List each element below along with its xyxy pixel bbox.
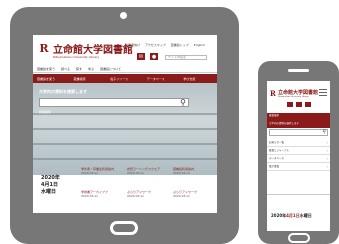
hero-banner: 大学内の資料を検索します ⚲ 詳細検索 — [33, 83, 217, 175]
date-weekday: 水曜日 — [299, 213, 312, 218]
site-title: 立命館大学図書館 — [53, 45, 133, 56]
news-item[interactable]: 学術書アーカイブプ 2020.03.xx — [81, 190, 123, 198]
list-item[interactable]: データベース — [267, 155, 330, 163]
tablet-screen: R 立命館大学図書館 Ritsumeikan University Librar… — [33, 35, 217, 213]
bookshelf-line — [33, 143, 217, 145]
tablet-device: R 立命館大学図書館 Ritsumeikan University Librar… — [10, 7, 239, 244]
divider — [267, 194, 330, 195]
news-date: 2020.03.xx — [173, 171, 190, 175]
top-links: 利用者向け アクセスマップ 図書館トップ English — [125, 43, 205, 47]
site-search-input[interactable]: サイト内検索 — [165, 55, 207, 60]
news-date: 2020.03.xx — [81, 194, 98, 198]
bookshelf-line — [33, 113, 217, 115]
site-subtitle: Ritsumeikan University Library — [278, 96, 309, 98]
tablet-home-button — [110, 221, 138, 235]
news-item[interactable]: ぶらりアドワーク 2020.03.xx — [173, 190, 215, 198]
bookshelf-line — [33, 128, 217, 130]
news-date: 2020.03.xx — [127, 171, 144, 175]
search-icon[interactable]: ⚲ — [180, 99, 186, 107]
top-link[interactable]: 図書館トップ — [171, 43, 189, 47]
hero-title: 大学内の資料を検索します — [39, 89, 87, 94]
news-item[interactable]: 衣笠ラーニングスクエア 2020.03.xx — [127, 167, 169, 175]
tab-item[interactable]: 学び支援 — [183, 77, 217, 81]
today-date: 2020年4月1日水曜日 — [271, 213, 312, 219]
phone-speaker — [288, 69, 309, 72]
logo-mark-icon: R — [39, 42, 49, 55]
today-date: 2020年 4月1日 水曜日 — [41, 175, 71, 196]
list-item[interactable]: お知らせ一覧 — [267, 139, 330, 147]
nav-item[interactable]: 調べる — [61, 67, 70, 71]
nav-item[interactable]: 探す — [76, 67, 82, 71]
news-date: 2020.03.xx — [81, 171, 98, 175]
tablet-camera — [120, 12, 127, 19]
top-link[interactable]: English — [194, 43, 205, 47]
phone-search-input[interactable]: ⚲ — [269, 129, 328, 136]
primary-nav: 図書館を使う 調べる 探す 学ぶ 図書館について — [33, 65, 217, 73]
nav-item[interactable]: 図書館について — [100, 67, 121, 71]
logo-mark-icon[interactable]: R — [270, 89, 276, 98]
bookshelf-line — [33, 158, 217, 160]
search-heading: 大学内の資料を検索します — [267, 118, 330, 128]
user-icon[interactable]: ● — [150, 53, 158, 60]
phone-icon-buttons — [287, 102, 311, 107]
mail-icon[interactable]: ✉ — [137, 53, 145, 60]
date-day: 4月1日 — [286, 213, 300, 218]
date-year: 2020年 — [271, 213, 287, 218]
date-weekday: 水曜日 — [41, 189, 57, 195]
tab-item[interactable]: 図書館を使う — [37, 77, 71, 81]
top-link[interactable]: 利用者向け — [125, 43, 140, 47]
advanced-search-link[interactable]: 詳細検索 — [39, 110, 51, 114]
search-icon[interactable]: ⚲ — [322, 129, 326, 135]
site-subtitle: Ritsumeikan University Library — [53, 55, 100, 59]
phone-home-button — [288, 233, 310, 243]
date-year: 2020年 — [41, 175, 60, 181]
mail-icon[interactable] — [287, 102, 293, 107]
tab-item[interactable]: データベース — [147, 77, 181, 81]
globe-icon[interactable] — [305, 102, 311, 107]
user-icon[interactable] — [296, 102, 302, 107]
tab-item[interactable]: 蔵書検索 — [74, 77, 108, 81]
news-date: 2020.03.xx — [127, 194, 144, 198]
site-logo[interactable]: R 立命館大学図書館 — [39, 41, 133, 56]
hamburger-menu-icon[interactable] — [319, 89, 327, 98]
news-item[interactable]: ぶらりアドワーク 2020.03.xx — [127, 190, 169, 198]
news-item[interactable]: 学外者・卒業生利用案内 2020.03.xx — [81, 167, 123, 175]
news-item[interactable]: 図書館利用案内 2020.03.xx — [173, 167, 215, 175]
hero-search-input[interactable]: ⚲ — [39, 98, 189, 107]
site-title: 立命館大学図書館 — [278, 90, 319, 96]
top-link[interactable]: アクセスマップ — [145, 43, 166, 47]
secondary-nav: 図書館を使う 蔵書検索 電子リソース データベース 学び支援 — [33, 74, 217, 83]
phone-screen: R 立命館大学図書館 Ritsumeikan University Librar… — [267, 81, 330, 231]
date-day: 4月1日 — [41, 182, 58, 188]
tab-item[interactable]: 電子リソース — [110, 77, 144, 81]
list-item[interactable]: 電子書籍 — [267, 163, 330, 171]
news-date: 2020.03.xx — [173, 194, 190, 198]
nav-item[interactable]: 図書館を使う — [37, 67, 55, 71]
phone-menu-list: お知らせ一覧 蔵書とジャーナル データベース 電子書籍 — [267, 139, 330, 171]
phone-device: R 立命館大学図書館 Ritsumeikan University Librar… — [258, 61, 339, 244]
nav-item[interactable]: 学ぶ — [88, 67, 94, 71]
list-item[interactable]: 蔵書とジャーナル — [267, 147, 330, 155]
